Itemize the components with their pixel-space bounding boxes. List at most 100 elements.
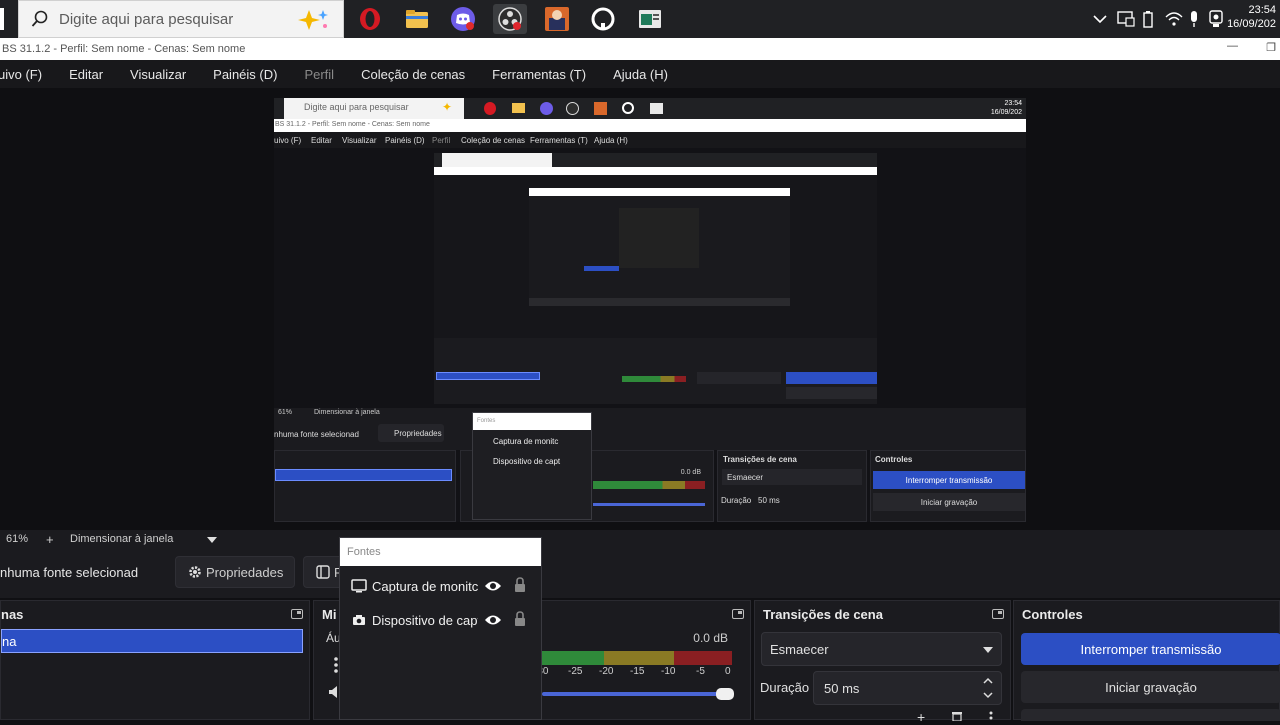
zoom-bar: 61% + Dimensionar à janela	[0, 530, 1280, 548]
discord-icon[interactable]	[446, 4, 480, 34]
nested-menu-1: Editar	[311, 136, 332, 145]
meter-green	[542, 651, 604, 665]
duration-spinbox[interactable]: 50 ms	[813, 671, 1002, 705]
taskbar-search-box[interactable]: Digite aqui para pesquisar	[18, 0, 344, 38]
source-toolbar: nhuma fonte selecionad Propriedades F	[0, 548, 1280, 598]
eye-icon[interactable]	[484, 613, 502, 627]
nested-source-1: Captura de monitc	[493, 437, 559, 446]
tick-label: -20	[599, 666, 614, 677]
search-placeholder: Digite aqui para pesquisar	[59, 10, 234, 28]
nested-controls-title: Controles	[875, 455, 913, 464]
eye-icon[interactable]	[484, 579, 502, 593]
wifi-icon[interactable]	[1165, 11, 1187, 27]
filters-button[interactable]: F	[303, 556, 343, 588]
controls-dock: Controles Interromper transmissão Inicia…	[1013, 600, 1280, 721]
start-recording-label: Iniciar gravação	[1105, 679, 1197, 695]
webcam-icon[interactable]	[1209, 10, 1227, 28]
next-control-button[interactable]	[1021, 709, 1280, 721]
spin-up-icon[interactable]	[983, 677, 993, 684]
start-edge[interactable]	[0, 8, 4, 30]
nested-recursion-1-search	[442, 153, 552, 167]
tick-label: 0	[725, 666, 731, 677]
nested-zoom-value: 61%	[278, 409, 293, 416]
mixer-db-value: 0.0 dB	[693, 631, 728, 645]
nested-clock-time: 23:54	[1004, 100, 1022, 107]
zoom-value[interactable]: 61%	[6, 533, 28, 545]
kebab-menu-icon[interactable]	[334, 657, 338, 673]
taskbar-clock[interactable]: 23:54 16/09/202	[1227, 3, 1276, 31]
maximize-icon[interactable]: ❐	[1266, 41, 1276, 54]
nested-stop-stream-button: Interromper transmissão	[873, 471, 1025, 489]
meter-scale: -30 -25 -20 -15 -10 -5 0	[534, 665, 732, 679]
minimize-icon[interactable]: —	[1227, 40, 1238, 52]
lock-icon[interactable]	[514, 577, 526, 593]
zoom-dropdown-icon[interactable]	[207, 535, 217, 547]
file-explorer-icon[interactable]	[400, 4, 434, 34]
display-icon[interactable]	[1117, 11, 1139, 27]
menu-view[interactable]: Visualizar	[130, 67, 186, 82]
meter-red	[674, 651, 732, 665]
menu-help[interactable]: Ajuda (H)	[613, 67, 668, 82]
nested-menu-3: Painéis (D)	[385, 136, 425, 145]
nested-mid-meter	[622, 376, 686, 382]
undock-icon[interactable]	[291, 609, 303, 619]
obs-icon[interactable]	[493, 4, 527, 34]
volume-slider-handle[interactable]	[716, 688, 734, 700]
properties-button[interactable]: Propriedades	[175, 556, 295, 588]
nested-fit-label: Dimensionar à janela	[314, 409, 380, 416]
scene-item-label: na	[2, 634, 17, 649]
menu-tools[interactable]: Ferramentas (T)	[492, 67, 586, 82]
source-item[interactable]: Dispositivo de capt	[340, 607, 543, 633]
duration-value: 50 ms	[824, 680, 860, 696]
nested-obs-icon	[566, 102, 579, 115]
source-item[interactable]: Captura de monitc	[340, 573, 543, 599]
menu-scene-collection[interactable]: Coleção de cenas	[361, 67, 465, 82]
scenes-title: nas	[1, 606, 24, 622]
start-recording-button[interactable]: Iniciar gravação	[1021, 671, 1280, 703]
menu-profile[interactable]: Perfil	[304, 67, 334, 82]
zoom-plus-button[interactable]: +	[46, 532, 54, 547]
scene-item-selected[interactable]: na	[1, 629, 303, 653]
microphone-icon[interactable]	[1189, 10, 1207, 28]
game-icon[interactable]	[540, 4, 574, 34]
steam-icon[interactable]	[586, 4, 620, 34]
stop-streaming-button[interactable]: Interromper transmissão	[1021, 633, 1280, 665]
menu-docks[interactable]: Painéis (D)	[213, 67, 277, 82]
menu-file[interactable]: uivo (F)	[0, 67, 42, 82]
menu-edit[interactable]: Editar	[69, 67, 103, 82]
transition-select[interactable]: Esmaecer	[761, 632, 1002, 666]
chevron-up-icon[interactable]	[1093, 14, 1109, 24]
nested-transitions-dock: Transições de cena Esmaecer Duração 50 m…	[717, 450, 867, 522]
nested-taskbar: Digite aqui para pesquisar ✦ 23:54 16/09…	[274, 98, 1026, 119]
no-source-label: nhuma fonte selecionad	[0, 565, 139, 580]
nested-duration-value: 50 ms	[758, 496, 780, 505]
mixer-title: Mi	[322, 606, 337, 622]
window-title: BS 31.1.2 - Perfil: Sem nome - Cenas: Se…	[2, 43, 246, 55]
nested-transition-select: Esmaecer	[722, 469, 862, 485]
opera-icon[interactable]	[353, 4, 387, 34]
monitor-icon	[351, 579, 367, 593]
volume-slider[interactable]	[542, 688, 734, 700]
nested-window-title: BS 31.1.2 - Perfil: Sem nome - Cenas: Se…	[275, 121, 430, 128]
add-transition-icon[interactable]: +	[917, 709, 925, 725]
lock-icon[interactable]	[514, 611, 526, 627]
undock-icon[interactable]	[732, 609, 744, 619]
tick-label: -25	[568, 666, 583, 677]
fit-to-window-label[interactable]: Dimensionar à janela	[70, 533, 173, 545]
stop-streaming-label: Interromper transmissão	[1080, 641, 1222, 657]
clock-date: 16/09/202	[1227, 18, 1276, 30]
sparkle-icon	[295, 8, 331, 37]
tick-label: -15	[630, 666, 645, 677]
nested-zoombar: 61% Dimensionar à janela	[274, 408, 1026, 418]
terminal-icon[interactable]	[633, 4, 667, 34]
controls-title: Controles	[1022, 606, 1083, 622]
undock-icon[interactable]	[992, 609, 1004, 619]
transition-value: Esmaecer	[770, 641, 829, 657]
spin-down-icon[interactable]	[983, 692, 993, 699]
properties-label: Propriedades	[206, 564, 284, 580]
nested-stop-stream-label: Interromper transmissão	[905, 475, 993, 485]
nested-title-bar: BS 31.1.2 - Perfil: Sem nome - Cenas: Se…	[274, 119, 1026, 132]
nested-menu-6: Ferramentas (T)	[530, 136, 588, 145]
menu-bar: uivo (F) Editar Visualizar Painéis (D) P…	[0, 60, 1280, 88]
battery-icon[interactable]	[1143, 10, 1161, 28]
